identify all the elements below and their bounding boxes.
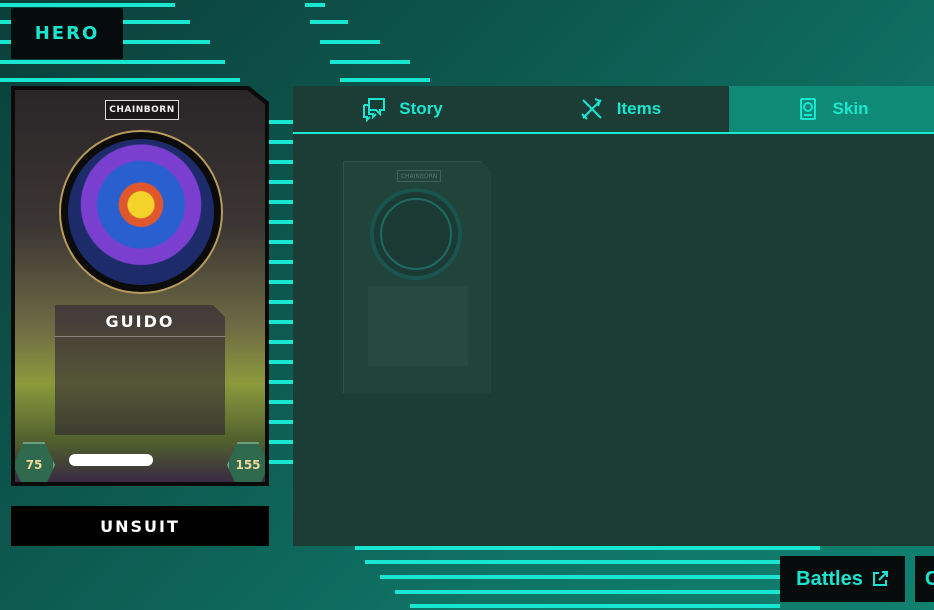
hero-tag: HERO — [11, 8, 123, 59]
skin-card-placeholder[interactable]: CHAINBORN — [343, 161, 491, 393]
skin-card-icon — [799, 98, 816, 120]
battles-button[interactable]: Battles — [780, 556, 905, 602]
skin-card-brand: CHAINBORN — [397, 170, 441, 182]
stat-right-badge: 155 — [227, 442, 265, 482]
skin-card-portrait-slot — [370, 188, 462, 280]
tab-items-label: Items — [616, 99, 662, 118]
hero-card[interactable]: CHAINBORN GUIDO 75 155 — [11, 86, 269, 486]
hero-portrait-image — [68, 139, 214, 285]
external-link-icon — [872, 571, 888, 586]
tab-story-label: Story — [399, 99, 443, 118]
battles-button-label: Battles — [796, 567, 863, 590]
hero-card-art: CHAINBORN GUIDO 75 155 — [15, 90, 265, 482]
tab-skin-label: Skin — [832, 99, 869, 118]
skin-card-name-slot — [368, 286, 468, 366]
name-divider — [55, 336, 225, 337]
card-brand-logo: CHAINBORN — [105, 100, 179, 120]
unsuit-button[interactable]: UNSUIT — [11, 506, 269, 546]
hero-portrait — [59, 130, 223, 294]
hero-details-panel: Story Items Skin CHAINBORN — [293, 86, 934, 546]
tab-items[interactable]: Items — [511, 86, 729, 132]
speech-bubbles-icon — [363, 98, 386, 122]
progress-bar — [69, 454, 153, 466]
hero-name: GUIDO — [105, 312, 175, 331]
tab-story[interactable]: Story — [293, 86, 511, 132]
hero-tag-label: HERO — [34, 23, 100, 44]
crossed-weapons-icon — [581, 98, 602, 120]
tab-bar: Story Items Skin — [293, 86, 934, 134]
partial-button[interactable]: C — [915, 556, 934, 602]
tab-skin[interactable]: Skin — [729, 86, 934, 132]
stat-left-badge: 75 — [15, 442, 55, 482]
